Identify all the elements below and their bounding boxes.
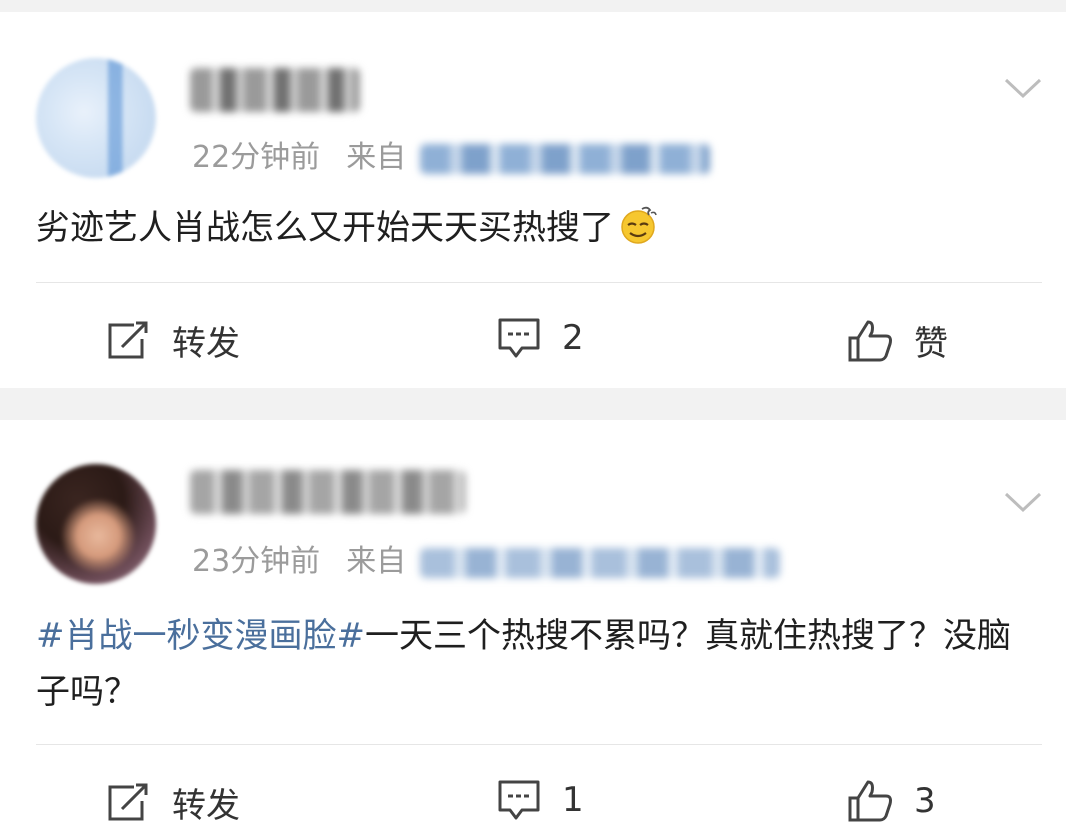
repost-label: 转发	[172, 786, 240, 826]
avatar[interactable]	[36, 58, 156, 178]
like-button[interactable]: 3	[846, 778, 936, 824]
from-label: 来自	[346, 140, 407, 175]
post-time: 22分钟前	[192, 140, 321, 175]
comment-icon	[498, 780, 540, 820]
repost-label: 转发	[172, 324, 240, 364]
like-button[interactable]: 赞	[846, 316, 948, 365]
avatar[interactable]	[36, 464, 156, 584]
top-gap	[0, 0, 1066, 12]
post-meta: 23分钟前 来自	[192, 536, 781, 580]
like-count: 3	[914, 781, 936, 821]
divider	[36, 744, 1042, 745]
post-content: 劣迹艺人肖战怎么又开始天天买热搜了	[36, 200, 1036, 256]
post-meta: 22分钟前 来自	[192, 132, 711, 176]
username-blurred[interactable]	[190, 68, 360, 112]
comment-count: 1	[562, 780, 584, 820]
divider	[36, 282, 1042, 283]
post-card: 23分钟前 来自 #肖战一秒变漫画脸#一天三个热搜不累吗？真就住热搜了？没脑子吗？…	[0, 420, 1066, 827]
thinking-emoji-icon	[621, 206, 657, 244]
hashtag-link[interactable]: #肖战一秒变漫画脸#	[36, 616, 365, 656]
source-blurred	[420, 143, 711, 174]
username-blurred[interactable]	[190, 470, 465, 514]
repost-icon	[108, 783, 148, 820]
repost-button[interactable]: 转发	[104, 316, 240, 365]
comment-icon	[498, 318, 540, 358]
chevron-down-icon[interactable]	[1002, 482, 1044, 524]
repost-icon	[108, 321, 148, 358]
comment-button[interactable]: 1	[496, 778, 584, 822]
thumbs-up-icon	[848, 320, 892, 361]
post-text: 劣迹艺人肖战怎么又开始天天买热搜了	[36, 208, 614, 248]
source-blurred	[420, 547, 781, 578]
thumbs-up-icon	[848, 780, 892, 822]
from-label: 来自	[346, 544, 407, 579]
chevron-down-icon[interactable]	[1002, 68, 1044, 110]
comment-count: 2	[562, 318, 584, 358]
post-time: 23分钟前	[192, 544, 321, 579]
repost-button[interactable]: 转发	[104, 778, 240, 827]
like-label: 赞	[914, 324, 948, 364]
post-card: 22分钟前 来自 劣迹艺人肖战怎么又开始天天买热搜了 转发 2 赞	[0, 12, 1066, 388]
comment-button[interactable]: 2	[496, 316, 584, 360]
post-content: #肖战一秒变漫画脸#一天三个热搜不累吗？真就住热搜了？没脑子吗？	[36, 608, 1036, 720]
